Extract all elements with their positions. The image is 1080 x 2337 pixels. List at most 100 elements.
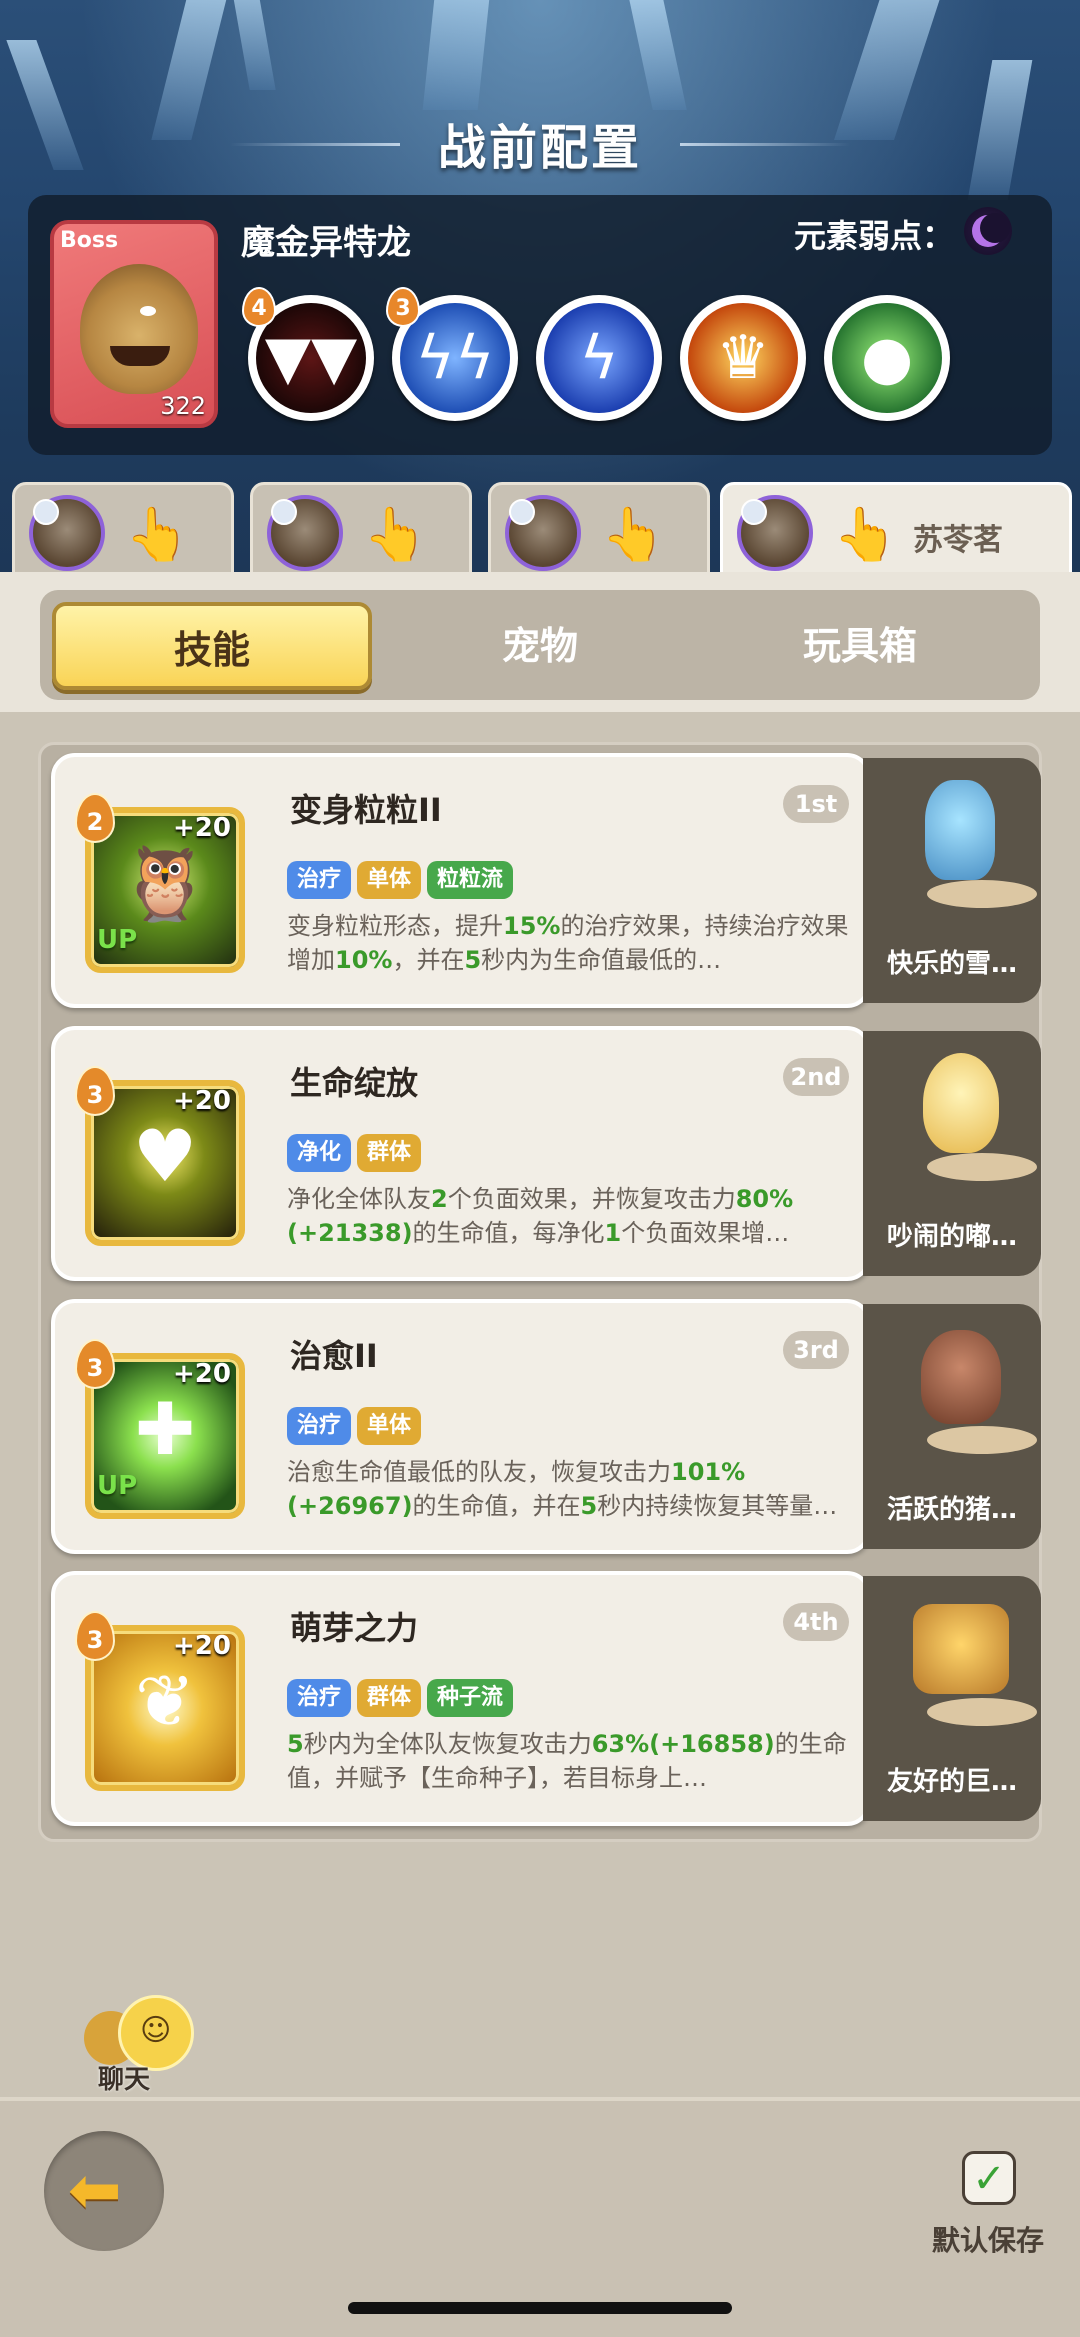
skill-title: 萌芽之力 — [290, 1609, 419, 1647]
back-arrow-icon: ⬅ — [68, 2154, 122, 2228]
skill-description: 变身粒粒形态，提升15%的治疗效果，持续治疗效果增加10%，并在5秒内为生命值最… — [287, 912, 849, 974]
skill-row[interactable]: ✚ 3 +20 UP 治愈II 3rd 治疗 单体 治愈生命值最低的队友，恢复攻击… — [51, 1299, 1041, 1554]
boss-skill-crown[interactable]: ♛ — [680, 295, 806, 421]
skill-tag: 治疗 — [287, 1679, 352, 1717]
skill-level-badge: 3 — [386, 287, 420, 327]
home-indicator — [348, 2302, 732, 2314]
skill-tags: 治疗 单体 — [287, 1407, 427, 1447]
skills-list: 🦉 2 +20 UP 变身粒粒II 1st 治疗 单体 粒粒流 变身粒粒形态，提升1… — [38, 742, 1042, 1842]
config-panel: 技能 宠物 玩具箱 🦉 2 +20 UP 变身粒粒II 1st 治疗 单体 粒粒流 … — [0, 572, 1080, 2097]
skill-level-badge: 3 — [75, 1339, 115, 1389]
boss-panel: Boss 322 魔金异特龙 元素弱点： ▼▼ 4 ϟϟ 3 ϟ ♛ ● — [28, 195, 1052, 455]
back-button[interactable]: ⬅ — [44, 2131, 164, 2251]
skill-description: 治愈生命值最低的队友，恢复攻击力101%(+26967)的生命值，并在5秒内持续… — [287, 1458, 838, 1520]
skill-title: 变身粒粒II — [290, 791, 442, 829]
hero-avatar — [737, 495, 813, 571]
hero-name: 苏苓茗 — [913, 523, 1003, 558]
dinosaur-icon — [80, 264, 198, 394]
segment-area: 技能 宠物 玩具箱 — [0, 572, 1080, 712]
boss-skill-fangs[interactable]: ▼▼ 4 — [242, 287, 374, 421]
upgrade-tag: UP — [97, 1471, 138, 1501]
ice-crystal — [230, 0, 276, 90]
skill-row[interactable]: ❦ 3 +20 萌芽之力 4th 治疗 群体 种子流 5秒内为全体队友恢复攻击力63… — [51, 1571, 1041, 1826]
chat-button[interactable]: ☺ 聊天 — [78, 1995, 198, 2095]
golden-crown-icon: ♛ — [688, 303, 798, 413]
smile-icon: ☺ — [140, 2013, 172, 2048]
skill-description: 净化全体队友2个负面效果，并恢复攻击力80%(+21338)的生命值，每净化1个… — [287, 1185, 794, 1247]
skill-card[interactable]: ♥ 3 +20 生命绽放 2nd 净化 群体 净化全体队友2个负面效果，并恢复攻击… — [51, 1026, 871, 1281]
page-title: 战前配置 — [437, 120, 642, 176]
boss-name: 魔金异特龙 — [241, 223, 411, 263]
skill-tags: 治疗 群体 种子流 — [287, 1679, 519, 1719]
tap-hand-icon: 👆 — [363, 505, 428, 565]
pet-card[interactable]: 活跃的猪… — [863, 1304, 1041, 1549]
skill-title: 治愈II — [290, 1337, 378, 1375]
skill-bonus: +20 — [173, 1359, 231, 1389]
tap-hand-icon: 👆 — [125, 505, 190, 565]
skill-tag: 治疗 — [287, 861, 352, 899]
skill-rank: 3rd — [783, 1331, 849, 1369]
upgrade-tag: UP — [97, 925, 138, 955]
ice-crystal — [627, 0, 687, 110]
checkbox-icon[interactable]: ✓ — [962, 2151, 1016, 2205]
hero-avatar — [267, 495, 343, 571]
skill-level-badge: 4 — [242, 287, 276, 327]
segment-control: 技能 宠物 玩具箱 — [40, 590, 1040, 700]
skill-card[interactable]: ❦ 3 +20 萌芽之力 4th 治疗 群体 种子流 5秒内为全体队友恢复攻击力63… — [51, 1571, 871, 1826]
hero-tab-3[interactable]: 👆 — [488, 482, 710, 582]
skill-row[interactable]: 🦉 2 +20 UP 变身粒粒II 1st 治疗 单体 粒粒流 变身粒粒形态，提升1… — [51, 753, 1041, 1008]
lightning-bolt-icon: ϟ — [544, 303, 654, 413]
skill-card[interactable]: 🦉 2 +20 UP 变身粒粒II 1st 治疗 单体 粒粒流 变身粒粒形态，提升1… — [51, 753, 871, 1008]
skill-tags: 净化 群体 — [287, 1134, 427, 1174]
tap-hand-icon: 👆 — [601, 505, 666, 565]
boss-portrait[interactable]: Boss 322 — [50, 220, 218, 428]
ice-crystal — [422, 0, 493, 110]
skill-description: 5秒内为全体队友恢复攻击力63%(+16858)的生命值，并赋予【生命种子】，若… — [287, 1730, 847, 1792]
skill-tag: 单体 — [357, 861, 422, 899]
tab-pets[interactable]: 宠物 — [380, 602, 700, 690]
skill-level-badge: 3 — [75, 1611, 115, 1661]
weakness-label: 元素弱点： — [793, 217, 954, 255]
pet-figure — [903, 1053, 1037, 1181]
pet-card[interactable]: 友好的巨… — [863, 1576, 1041, 1821]
skill-title: 生命绽放 — [290, 1064, 419, 1102]
skill-row[interactable]: ♥ 3 +20 生命绽放 2nd 净化 群体 净化全体队友2个负面效果，并恢复攻击… — [51, 1026, 1041, 1281]
skill-tag: 净化 — [287, 1134, 352, 1172]
skill-tag: 群体 — [357, 1679, 422, 1717]
boss-skill-slime[interactable]: ● — [824, 295, 950, 421]
bottom-bar: ⬅ ✓ 默认保存 — [0, 2097, 1080, 2337]
pet-name: 快乐的雪… — [886, 949, 1017, 979]
tab-skills[interactable]: 技能 — [52, 602, 372, 690]
skill-card[interactable]: ✚ 3 +20 UP 治愈II 3rd 治疗 单体 治愈生命值最低的队友，恢复攻击… — [51, 1299, 871, 1554]
skill-bonus: +20 — [173, 1086, 231, 1116]
skill-level-badge: 3 — [75, 1066, 115, 1116]
boss-level: 322 — [160, 392, 206, 420]
green-slime-icon: ● — [832, 303, 942, 413]
skill-rank: 2nd — [783, 1058, 849, 1096]
skill-tag: 粒粒流 — [427, 861, 514, 899]
tab-toybox[interactable]: 玩具箱 — [700, 602, 1020, 690]
pet-card[interactable]: 吵闹的嘟… — [863, 1031, 1041, 1276]
pet-card[interactable]: 快乐的雪… — [863, 758, 1041, 1003]
hero-tab-2[interactable]: 👆 — [250, 482, 472, 582]
pet-name: 活跃的猪… — [886, 1495, 1017, 1525]
boss-skill-lightning[interactable]: ϟ — [536, 295, 662, 421]
skill-rank: 4th — [783, 1603, 849, 1641]
default-save-label[interactable]: 默认保存 — [932, 2219, 1044, 2259]
pet-name: 吵闹的嘟… — [886, 1222, 1017, 1252]
hero-avatar — [29, 495, 105, 571]
chat-label: 聊天 — [98, 2065, 151, 2095]
pet-figure — [903, 780, 1037, 908]
skill-tag: 治疗 — [287, 1407, 352, 1445]
skill-tag: 群体 — [357, 1134, 422, 1172]
skill-tag: 单体 — [357, 1407, 422, 1445]
hero-tab-1[interactable]: 👆 — [12, 482, 234, 582]
moon-icon — [964, 207, 1012, 255]
skill-tag: 种子流 — [427, 1679, 514, 1717]
pet-figure — [903, 1598, 1037, 1726]
boss-skill-lightning-claw[interactable]: ϟϟ 3 — [386, 287, 518, 421]
skill-bonus: +20 — [173, 813, 231, 843]
hero-avatar — [505, 495, 581, 571]
pet-name: 友好的巨… — [886, 1767, 1017, 1797]
skill-tags: 治疗 单体 粒粒流 — [287, 861, 519, 901]
